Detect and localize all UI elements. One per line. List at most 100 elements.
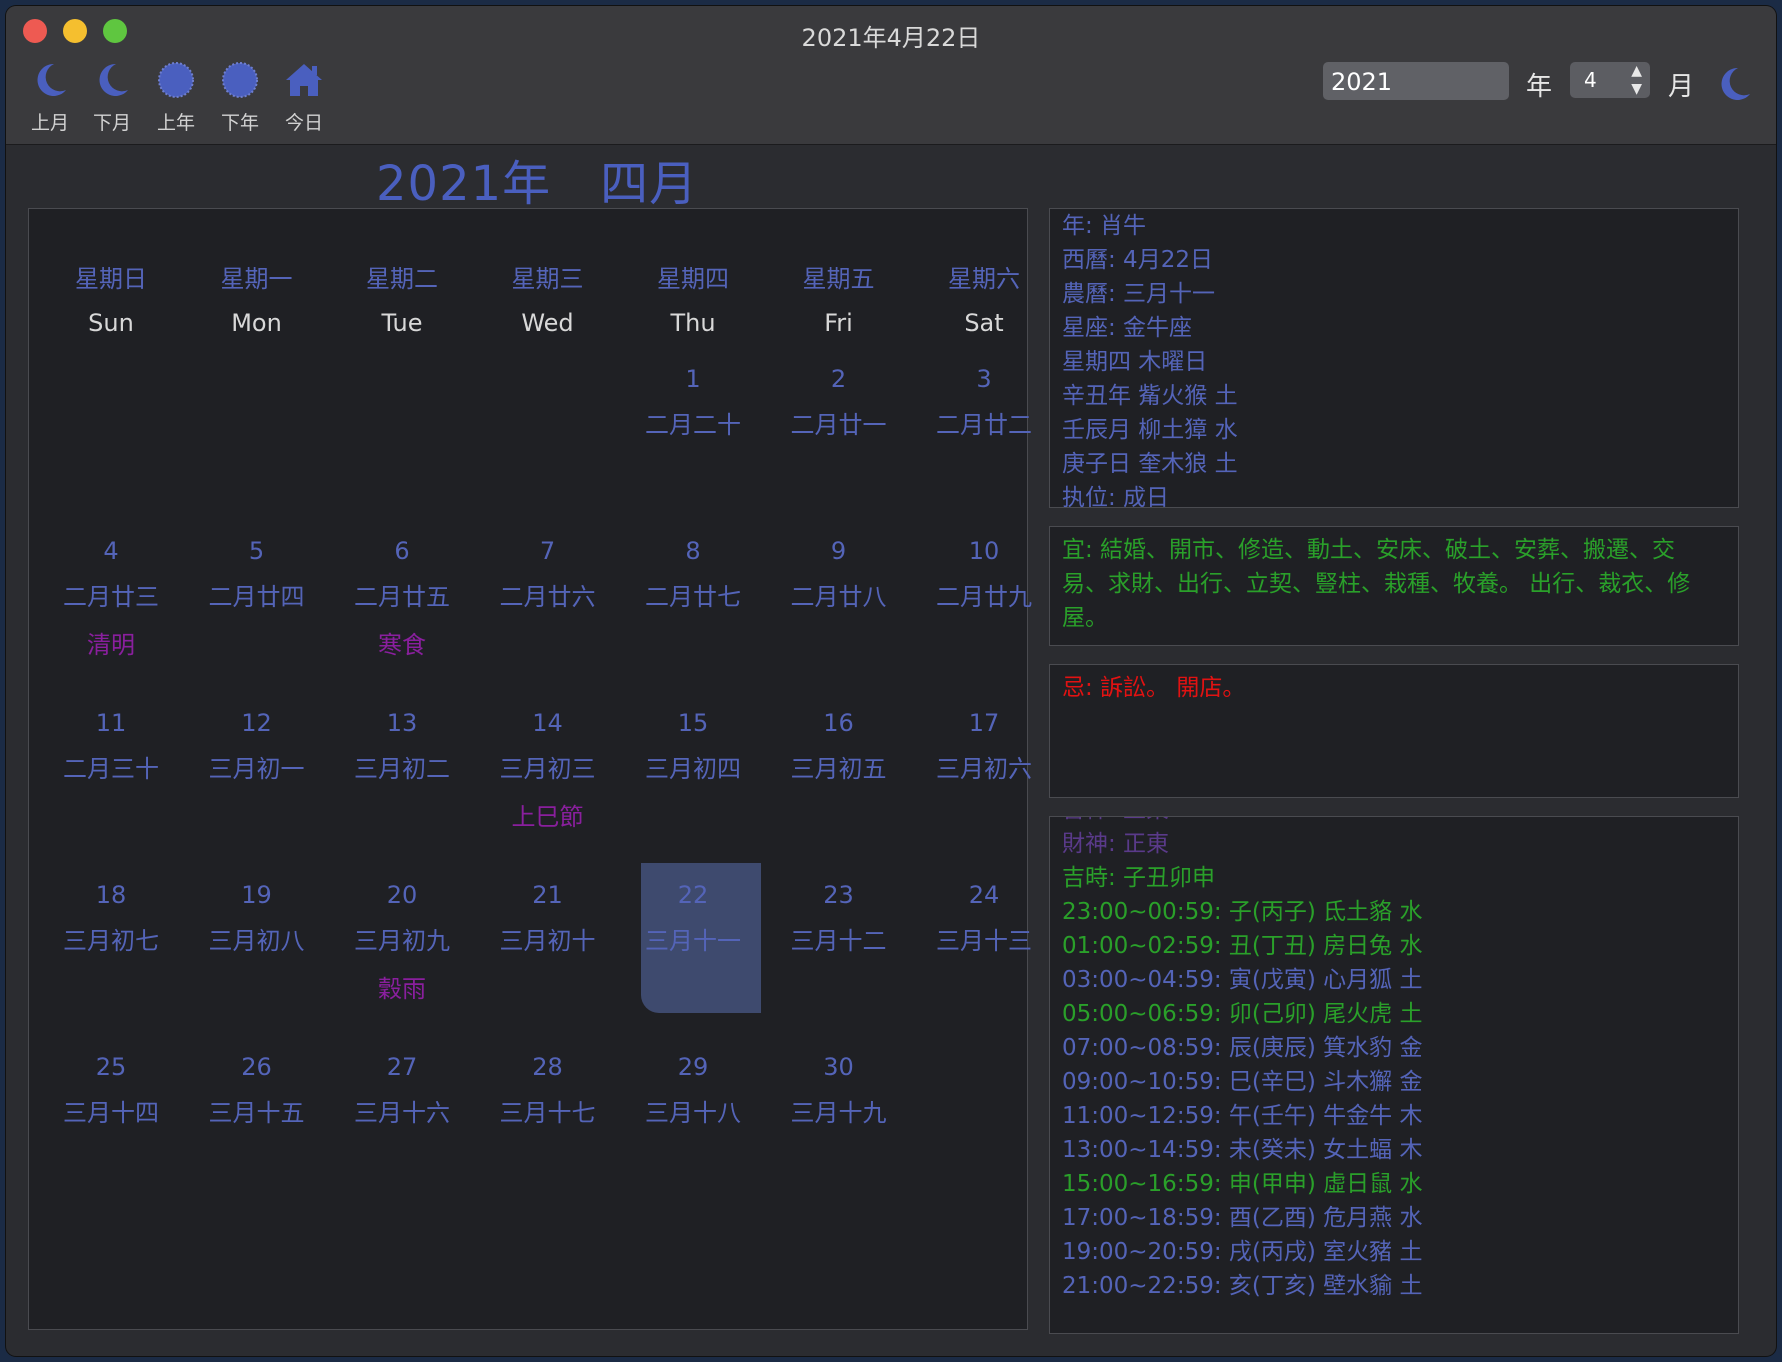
lunar-date: 三月初六 (936, 755, 1032, 783)
day-cell[interactable]: 9 二月廿八 (766, 519, 912, 669)
lunar-date: 三月初一 (208, 755, 305, 783)
lunar-date: 二月廿五 (354, 583, 450, 611)
hour-row: 13:00~14:59: 未(癸未) 女土蝠 木 (1062, 1137, 1423, 1163)
day-cell[interactable]: 16 三月初五 (766, 691, 912, 841)
hour-row: 11:00~12:59: 午(壬午) 牛金牛 木 (1062, 1103, 1423, 1129)
day-cell[interactable]: 1 二月二十 (620, 347, 766, 497)
day-cell[interactable]: 23 三月十二 (766, 863, 912, 1013)
day-cell[interactable]: 24 三月十三 (911, 863, 1057, 1013)
day-cell[interactable]: 15 三月初四 (620, 691, 766, 841)
lunar-date: 二月二十 (645, 411, 741, 439)
day-cell[interactable]: 18 三月初七 (38, 863, 184, 1013)
lunar-date: 二月廿一 (790, 411, 887, 439)
festival-label: 穀雨 (378, 975, 426, 1003)
day-number: 29 (677, 1053, 709, 1081)
day-number: 24 (968, 881, 1000, 909)
info-line: 执位: 成日 (1062, 485, 1170, 508)
day-number: 11 (95, 709, 127, 737)
day-cell[interactable]: 3 二月廿二 (911, 347, 1057, 497)
day-cell[interactable]: 8 二月廿七 (620, 519, 766, 669)
day-number: 10 (968, 537, 1000, 565)
crescent-moon-icon (99, 63, 128, 96)
day-cell[interactable]: 25 三月十四 (38, 1035, 184, 1185)
next-month-button[interactable]: 下月 (82, 58, 142, 135)
info-line: 庚子日 奎木狼 土 (1062, 451, 1238, 477)
app-window: 2021年4月22日 上月 下月 上年 下年 今日 2021 年 4 ▲ ▼ 月… (6, 6, 1776, 1356)
day-cell[interactable]: 20 三月初九 穀雨 (329, 863, 475, 1013)
hour-row: 03:00~04:59: 寅(戊寅) 心月狐 土 (1062, 967, 1423, 993)
day-number: 27 (386, 1053, 418, 1081)
weekday-en: Fri (824, 309, 853, 337)
day-cell[interactable]: 5 二月廿四 (184, 519, 330, 669)
prev-year-button[interactable]: 上年 (146, 58, 206, 135)
yi-line: 宜: 結婚、開市、修造、動土、安床、破土、安葬、搬遷、交 (1062, 537, 1676, 563)
hour-row: 17:00~18:59: 酉(乙酉) 危月燕 水 (1062, 1205, 1423, 1231)
day-cell[interactable]: 6 二月廿五 寒食 (329, 519, 475, 669)
day-cell[interactable]: 14 三月初三 上巳節 (475, 691, 621, 841)
day-cell[interactable]: 7 二月廿六 (475, 519, 621, 669)
crescent-moon-icon (37, 63, 66, 96)
lunar-date: 三月十七 (499, 1099, 596, 1127)
today-label: 今日 (284, 112, 323, 134)
hour-row: 23:00~00:59: 子(丙子) 氐土貉 水 (1062, 899, 1423, 925)
day-cell[interactable]: 13 三月初二 (329, 691, 475, 841)
hour-row: 05:00~06:59: 卯(己卯) 尾火虎 土 (1062, 1001, 1423, 1027)
day-cell[interactable]: 22 三月十一 (620, 863, 766, 1013)
day-cell[interactable]: 29 三月十八 (620, 1035, 766, 1185)
lunar-date: 二月廿八 (790, 583, 887, 611)
day-cell[interactable]: 19 三月初八 (184, 863, 330, 1013)
yi-line: 屋。 (1062, 605, 1108, 631)
day-cell[interactable]: 2 二月廿一 (766, 347, 912, 497)
day-number: 14 (532, 709, 563, 737)
day-cell[interactable]: 28 三月十七 (475, 1035, 621, 1185)
crescent-moon-icon[interactable] (1712, 62, 1756, 106)
day-number: 21 (532, 881, 563, 909)
day-number: 25 (95, 1053, 127, 1081)
day-number: 20 (386, 881, 418, 909)
day-cell[interactable]: 26 三月十五 (184, 1035, 330, 1185)
info-line: 年: 肖牛 (1062, 213, 1147, 239)
ji-panel: 忌: 訴訟。 開店。 (1049, 664, 1739, 798)
day-cell[interactable]: 4 二月廿三 清明 (38, 519, 184, 669)
day-number: 15 (677, 709, 709, 737)
day-number: 22 (677, 881, 709, 909)
today-button[interactable]: 今日 (274, 58, 334, 135)
info-line: 星座: 金牛座 (1062, 315, 1193, 341)
hour-row: 09:00~10:59: 巳(辛巳) 斗木獬 金 (1062, 1069, 1423, 1095)
lunar-date: 三月初四 (645, 755, 741, 783)
day-cell[interactable]: 11 二月三十 (38, 691, 184, 841)
day-number: 2 (830, 365, 847, 393)
day-number: 3 (976, 365, 992, 393)
month-label: 月 (1668, 72, 1695, 102)
year-input[interactable]: 2021 (1323, 62, 1509, 100)
day-cell[interactable]: 12 三月初一 (184, 691, 330, 841)
lunar-date: 三月初八 (208, 927, 305, 955)
prev-month-button[interactable]: 上月 (20, 58, 80, 135)
window-title: 2021年4月22日 (801, 24, 981, 52)
day-number: 13 (386, 709, 418, 737)
weekday-zh: 星期五 (802, 265, 875, 293)
weekday-zh: 星期六 (948, 265, 1020, 293)
next-year-button[interactable]: 下年 (210, 58, 270, 135)
lunar-date: 三月初三 (499, 755, 596, 783)
stepper-arrows-icon[interactable]: ▲ ▼ (1631, 62, 1642, 98)
lunar-date: 二月廿七 (645, 583, 741, 611)
weekday-zh: 星期四 (657, 265, 729, 293)
jishi-line: 吉時: 子丑卯申 (1062, 865, 1216, 891)
day-cell[interactable]: 17 三月初六 (911, 691, 1057, 841)
day-cell[interactable]: 21 三月初十 (475, 863, 621, 1013)
day-number: 6 (394, 537, 410, 565)
day-cell[interactable]: 30 三月十九 (766, 1035, 912, 1185)
hour-row: 07:00~08:59: 辰(庚辰) 箕水豹 金 (1062, 1035, 1423, 1061)
day-cell[interactable]: 10 二月廿九 (911, 519, 1057, 669)
weekday-en: Tue (381, 309, 423, 337)
titlebar: 2021年4月22日 上月 下月 上年 下年 今日 2021 年 4 ▲ ▼ 月 (6, 6, 1776, 145)
day-number: 12 (241, 709, 272, 737)
lunar-date: 三月十九 (790, 1099, 887, 1127)
prev-month-label: 上月 (30, 112, 69, 134)
hours-panel[interactable]: 喜神: 正東財神: 正東吉時: 子丑卯申 23:00~00:59: 子(丙子) 氐… (1049, 816, 1739, 1334)
month-stepper[interactable]: 4 ▲ ▼ (1570, 62, 1650, 98)
day-cell[interactable]: 27 三月十六 (329, 1035, 475, 1185)
hours-scroll-content: 喜神: 正東財神: 正東吉時: 子丑卯申 23:00~00:59: 子(丙子) 氐… (1050, 817, 1738, 1303)
hour-row: 19:00~20:59: 戌(丙戌) 室火豬 土 (1062, 1239, 1423, 1265)
